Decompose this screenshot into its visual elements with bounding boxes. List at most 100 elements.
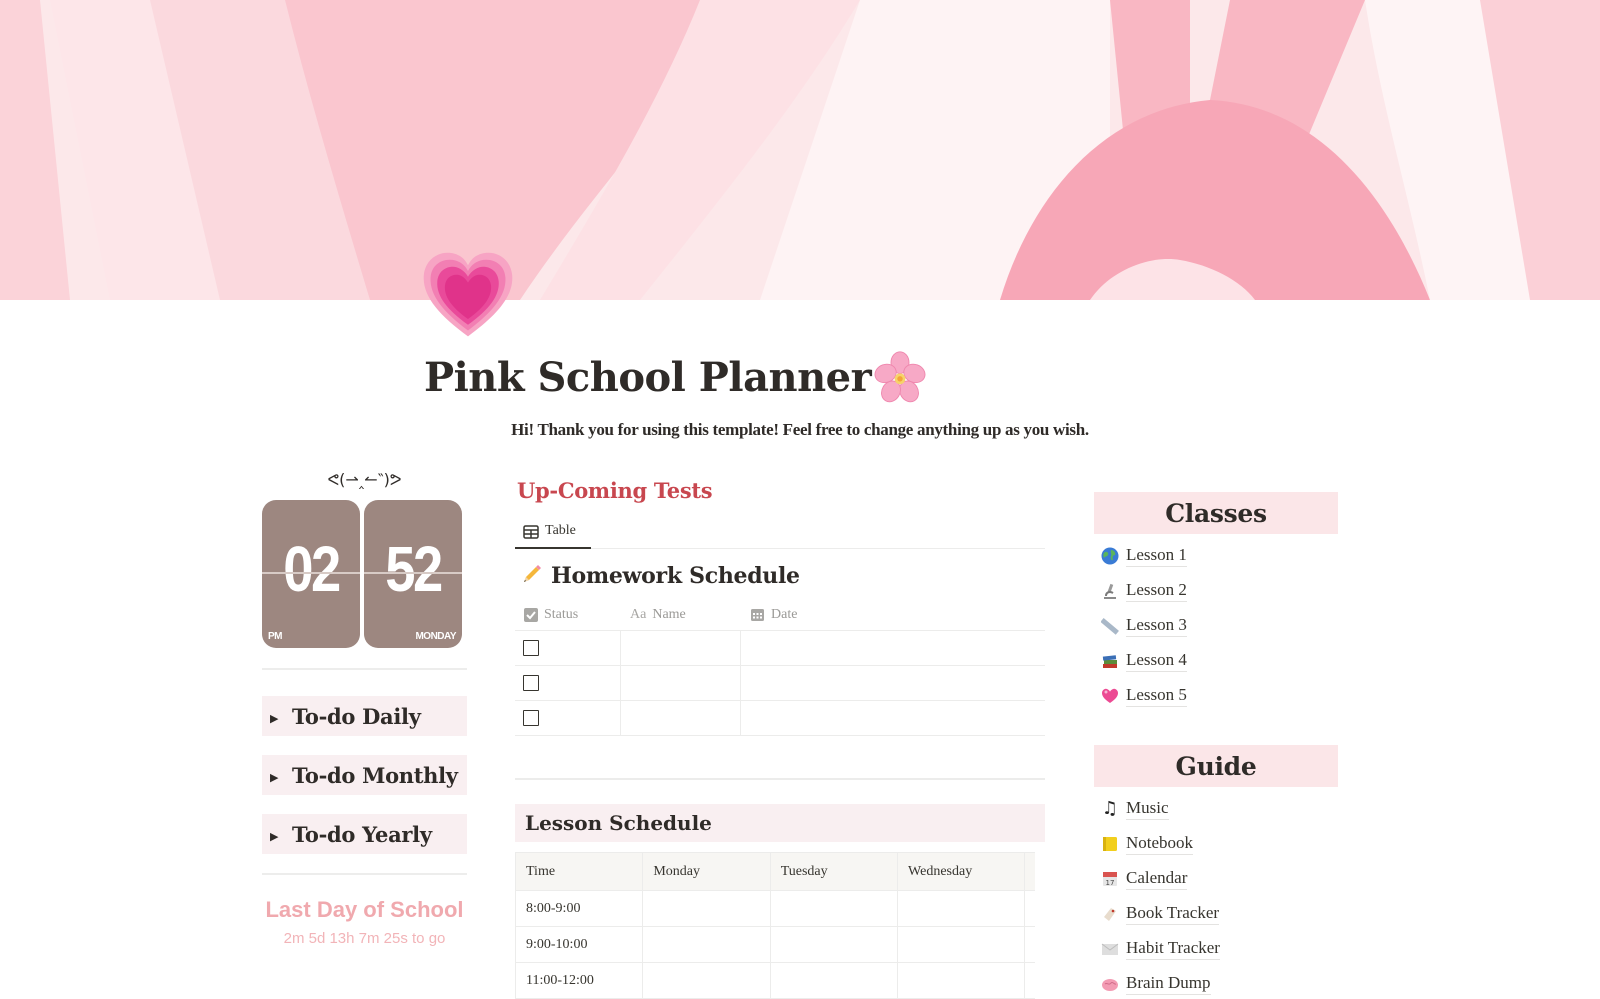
globe-icon <box>1100 546 1120 566</box>
name-cell[interactable] <box>621 631 741 665</box>
cell[interactable] <box>642 890 771 927</box>
cell[interactable] <box>897 962 1026 999</box>
page-link-lesson-5[interactable]: Lesson 5 <box>1094 678 1338 713</box>
database-title[interactable]: Homework Schedule <box>515 563 1045 589</box>
status-checkbox[interactable] <box>523 710 539 726</box>
ruler-icon <box>1100 616 1120 636</box>
column-header[interactable]: Monday <box>642 852 771 891</box>
date-cell[interactable] <box>741 666 1045 700</box>
column-header-overflow <box>1024 852 1035 891</box>
page-title-text: Pink School Planner <box>424 353 872 401</box>
table-row: 11:00-12:00 <box>514 962 1035 999</box>
page-link-label: Lesson 5 <box>1126 684 1187 707</box>
middle-column: Up-Coming Tests Table Homework Schedule … <box>514 478 1045 999</box>
text-aa-icon: Aa <box>630 606 647 622</box>
page-link-label: Calendar <box>1126 867 1188 890</box>
page-link-label: Habit Tracker <box>1126 937 1220 960</box>
triangle-right-icon[interactable]: ▶ <box>270 712 292 725</box>
page-link-music[interactable]: ♫ Music <box>1094 791 1338 826</box>
lesson-schedule-table: Time Monday Tuesday Wednesday 8:00-9:00 … <box>514 852 1035 999</box>
toggle-todo-monthly[interactable]: ▶ To-do Monthly <box>262 755 467 795</box>
cell[interactable] <box>769 926 899 963</box>
page-link-book-tracker[interactable]: Book Tracker <box>1094 896 1338 931</box>
growing-heart-icon[interactable] <box>420 248 520 344</box>
cell[interactable] <box>897 890 1026 927</box>
music-note-icon: ♫ <box>1101 798 1119 819</box>
books-icon <box>1100 651 1120 671</box>
date-cell[interactable] <box>741 701 1045 735</box>
column-header-status[interactable]: Status <box>515 599 621 630</box>
page-link-notebook[interactable]: Notebook <box>1094 826 1338 861</box>
page-link-brain-dump[interactable]: Brain Dump <box>1094 966 1338 999</box>
tab-label: Table <box>545 523 576 538</box>
toggle-todo-yearly[interactable]: ▶ To-do Yearly <box>262 814 467 854</box>
table-icon <box>523 525 539 539</box>
column-header[interactable]: Wednesday <box>897 852 1026 891</box>
lesson-schedule-heading: Lesson Schedule <box>515 804 1045 842</box>
page-link-label: Lesson 4 <box>1126 649 1187 672</box>
time-cell[interactable]: 11:00-12:00 <box>514 962 644 999</box>
page-link-habit-tracker[interactable]: Habit Tracker <box>1094 931 1338 966</box>
time-cell[interactable]: 8:00-9:00 <box>514 890 644 927</box>
table-row <box>515 631 1045 666</box>
cell[interactable] <box>769 890 899 927</box>
table-header: Status Aa Name Date <box>515 599 1045 631</box>
pencil-icon <box>521 563 543 589</box>
clock-hour-card: 02 PM <box>262 500 360 648</box>
table-header-row: Time Monday Tuesday Wednesday <box>514 852 1035 891</box>
svg-text:17: 17 <box>1106 879 1115 887</box>
triangle-right-icon[interactable]: ▶ <box>270 771 292 784</box>
microscope-icon <box>1100 581 1120 601</box>
column-header-name[interactable]: Aa Name <box>621 599 741 630</box>
time-cell[interactable]: 9:00-10:00 <box>514 926 644 963</box>
page-link-label: Lesson 3 <box>1126 614 1187 637</box>
heart-icon <box>1100 686 1120 706</box>
clock-meridiem: PM <box>268 631 283 642</box>
left-column: ᕙ(⇀‸↼‶)ᕗ 02 PM 52 MONDAY ▶ To-do Daily ▶… <box>262 470 467 947</box>
clock-divider-line <box>364 572 462 574</box>
column-header-date[interactable]: Date <box>741 599 1045 630</box>
table-row: 8:00-9:00 <box>514 890 1035 927</box>
page-link-lesson-3[interactable]: Lesson 3 <box>1094 608 1338 643</box>
calendar-icon: 17 <box>1100 869 1120 889</box>
date-cell[interactable] <box>741 631 1045 665</box>
view-tabs: Table <box>515 517 1045 549</box>
homework-table: Status Aa Name Date <box>515 599 1045 780</box>
page-link-lesson-1[interactable]: Lesson 1 <box>1094 538 1338 573</box>
toggle-label: To-do Yearly <box>292 821 432 847</box>
clock-weekday: MONDAY <box>415 631 456 642</box>
clock-hour: 02 <box>283 533 341 605</box>
status-checkbox[interactable] <box>523 675 539 691</box>
cell[interactable] <box>642 962 771 999</box>
notebook-icon <box>1100 834 1120 854</box>
database-title-text: Homework Schedule <box>551 563 800 589</box>
name-cell[interactable] <box>621 701 741 735</box>
page-link-calendar[interactable]: 17 Calendar <box>1094 861 1338 896</box>
cell[interactable] <box>897 926 1026 963</box>
page-link-lesson-4[interactable]: Lesson 4 <box>1094 643 1338 678</box>
page-link-label: Brain Dump <box>1126 972 1211 995</box>
name-cell[interactable] <box>621 666 741 700</box>
tab-table-view[interactable]: Table <box>515 517 591 549</box>
status-cell <box>515 666 621 700</box>
status-checkbox[interactable] <box>523 640 539 656</box>
cell[interactable] <box>769 962 899 999</box>
cell-overflow <box>1024 926 1035 963</box>
clock-minute: 52 <box>385 533 443 605</box>
page-link-label: Lesson 2 <box>1126 579 1187 602</box>
toggle-todo-daily[interactable]: ▶ To-do Daily <box>262 696 467 736</box>
cherry-blossom-icon <box>873 350 927 404</box>
page-link-label: Lesson 1 <box>1126 544 1187 567</box>
column-header[interactable]: Time <box>514 852 644 891</box>
countdown-remaining: 2m 5d 13h 7m 25s to go <box>283 930 446 947</box>
table-row: 9:00-10:00 <box>514 926 1035 963</box>
page-link-lesson-2[interactable]: Lesson 2 <box>1094 573 1338 608</box>
triangle-right-icon[interactable]: ▶ <box>270 830 292 843</box>
cell[interactable] <box>642 926 771 963</box>
calendar-icon <box>751 609 764 621</box>
column-header[interactable]: Tuesday <box>769 852 899 891</box>
flip-clock-widget: 02 PM 52 MONDAY <box>262 500 467 650</box>
table-row <box>515 701 1045 736</box>
checkbox-icon <box>524 607 538 622</box>
toggle-label: To-do Daily <box>292 703 421 729</box>
